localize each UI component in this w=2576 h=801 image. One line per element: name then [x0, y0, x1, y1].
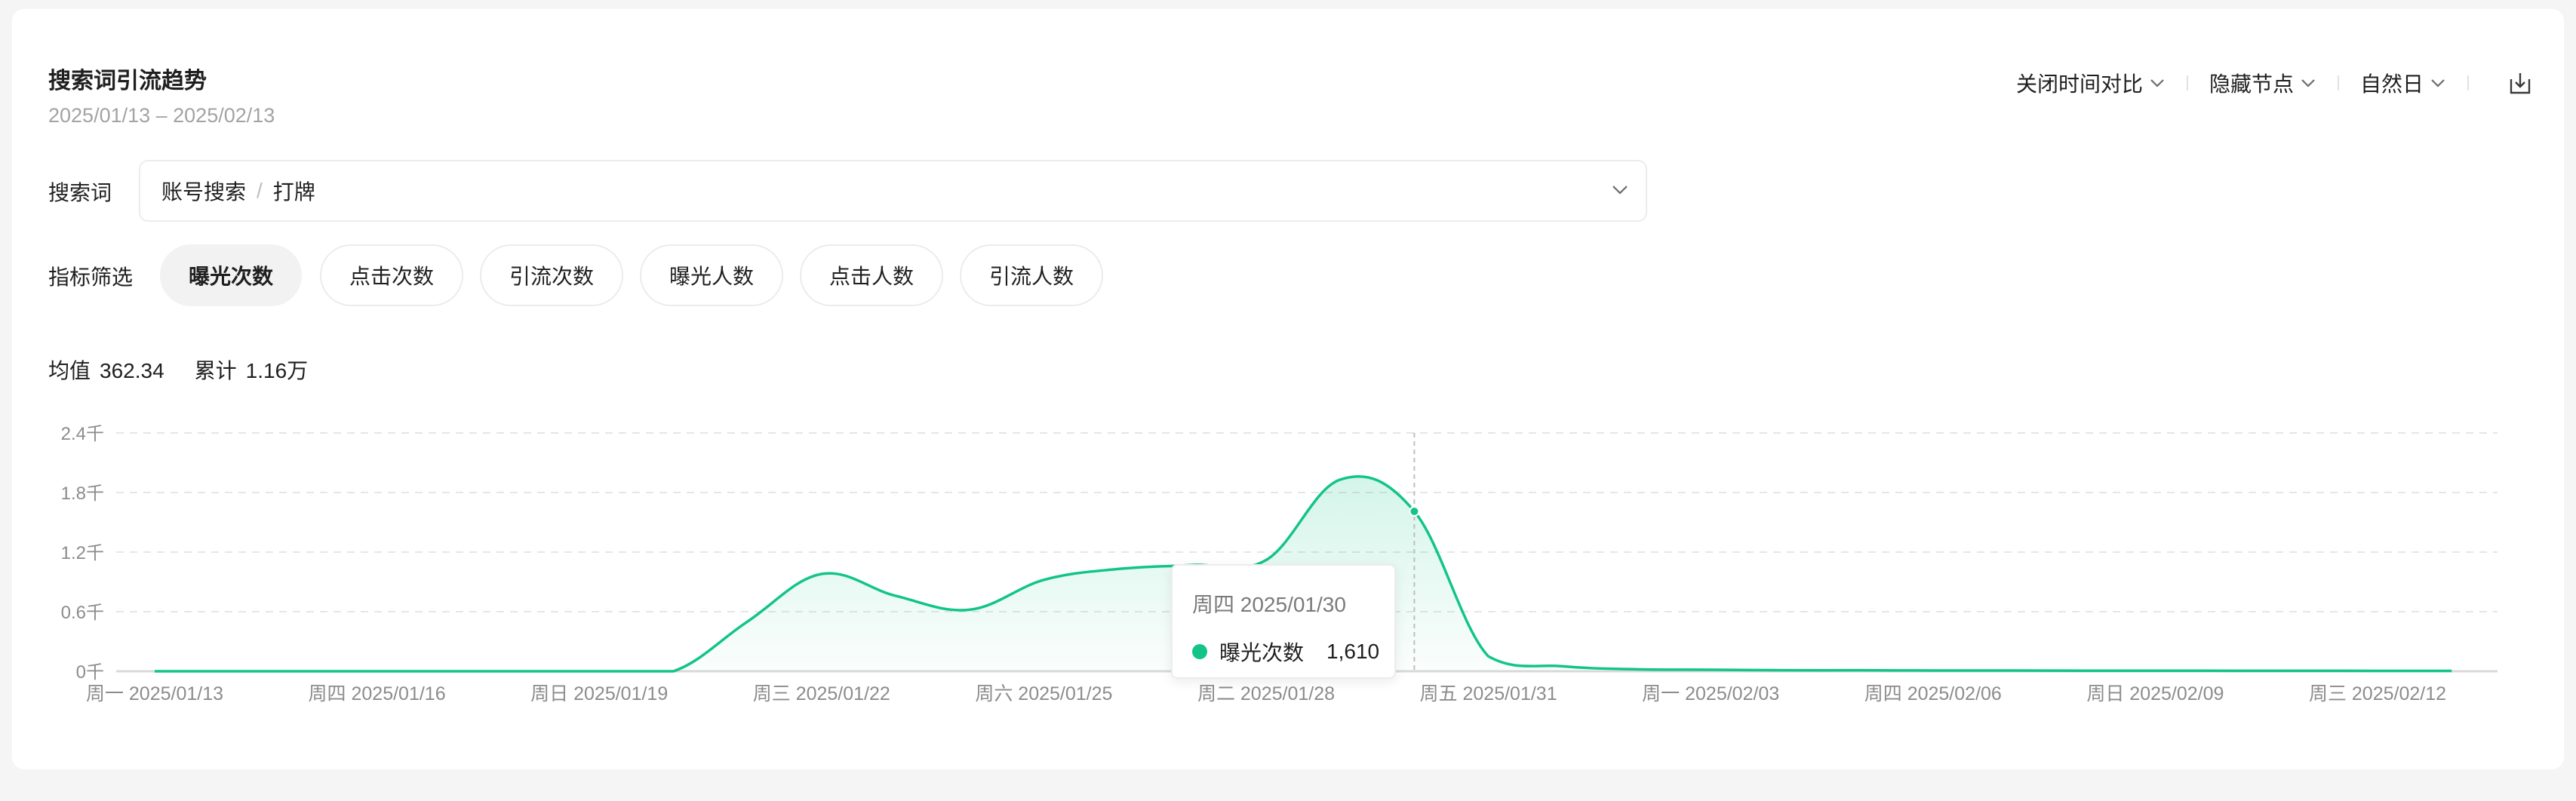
y-tick-label: 0.6千	[61, 603, 104, 623]
trend-chart[interactable]: 0千 0.6千 1.2千 1.8千 2.4千周一 2025/01/13 周四 2025/0…	[0, 0, 2576, 801]
chart-tooltip: 周四 2025/01/30 曝光次数 1,610	[1171, 564, 1396, 679]
highlight-point	[1409, 506, 1420, 517]
y-tick-label: 0千	[76, 662, 104, 683]
x-tick-label: 周日 2025/01/19	[530, 683, 668, 704]
tooltip-row: 曝光次数 1,610	[1192, 637, 1379, 667]
x-tick-label: 周四 2025/02/06	[1864, 683, 2002, 704]
tooltip-series-name: 曝光次数	[1219, 641, 1305, 664]
x-tick-label: 周日 2025/02/09	[2086, 683, 2224, 704]
y-tick-label: 1.2千	[61, 543, 104, 563]
tooltip-value: 1,610	[1326, 640, 1380, 663]
y-tick-label: 1.8千	[61, 483, 104, 504]
x-tick-label: 周四 2025/01/16	[309, 683, 446, 704]
x-tick-label: 周三 2025/02/12	[2309, 683, 2446, 704]
y-tick-label: 2.4千	[61, 424, 104, 444]
series-color-dot	[1192, 644, 1207, 659]
x-tick-label: 周一 2025/01/13	[86, 683, 223, 704]
x-tick-label: 周三 2025/01/22	[753, 683, 890, 704]
x-tick-label: 周五 2025/01/31	[1420, 683, 1557, 704]
x-tick-label: 周二 2025/01/28	[1197, 683, 1335, 704]
x-tick-label: 周六 2025/01/25	[975, 683, 1112, 704]
tooltip-date: 周四 2025/01/30	[1192, 593, 1346, 616]
x-tick-label: 周一 2025/02/03	[1642, 683, 1779, 704]
